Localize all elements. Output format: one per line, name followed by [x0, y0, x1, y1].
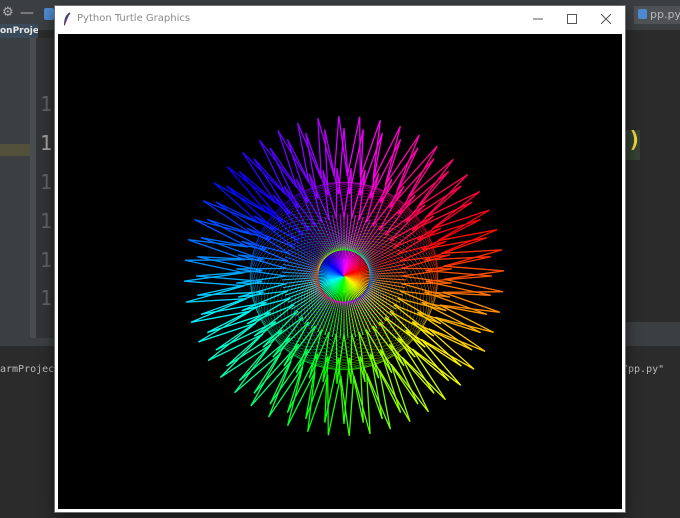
python-file-icon [638, 9, 647, 19]
spiro-zigzag [442, 278, 504, 293]
spiro-zigzag [397, 329, 450, 382]
panel-divider [0, 338, 56, 346]
editor-tab-label: pp.py [650, 8, 680, 21]
close-icon [601, 14, 611, 24]
editor-area-right [626, 30, 680, 338]
turtle-canvas [58, 34, 622, 509]
spiro-zigzag [327, 374, 342, 436]
spiro-zigzag [397, 170, 450, 223]
spiro-zigzag [185, 285, 247, 303]
turtle-window: Python Turtle Graphics [55, 6, 625, 512]
spiro-zigzag [219, 333, 272, 379]
spiro-zigzag [441, 249, 503, 267]
project-label[interactable]: onProjec [0, 24, 38, 38]
spiro-zigzag [401, 348, 447, 401]
spiro-zigzag [353, 373, 371, 435]
spirograph-drawing [184, 116, 504, 436]
run-output-right: /pp.py" [622, 364, 665, 375]
maximize-button[interactable] [555, 6, 589, 32]
minimize-icon [533, 18, 543, 20]
close-button[interactable] [589, 6, 623, 32]
editor-tab[interactable]: pp.py [634, 6, 680, 24]
spiro-zigzag [416, 173, 469, 219]
spiro-zigzag [317, 117, 335, 179]
code-paren: ) [628, 128, 642, 153]
run-output-left: armProject [0, 364, 61, 375]
maximize-icon [567, 14, 577, 24]
window-title: Python Turtle Graphics [77, 13, 191, 24]
gear-icon[interactable]: ⚙ [2, 6, 16, 20]
hide-panel-icon[interactable]: — [20, 6, 34, 20]
spiro-zigzag [184, 259, 246, 274]
spiro-zigzag [238, 329, 291, 382]
python-file-icon [44, 8, 54, 20]
panel-divider-right [626, 322, 680, 346]
spiro-zigzag [241, 151, 287, 204]
spiro-zigzag [238, 170, 291, 223]
title-bar[interactable]: Python Turtle Graphics [55, 6, 625, 32]
minimize-button[interactable] [521, 6, 555, 32]
feather-icon [64, 12, 71, 26]
spiro-zigzag [346, 116, 361, 178]
